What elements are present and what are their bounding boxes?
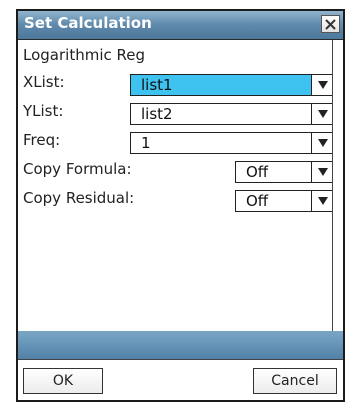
xlist-select[interactable]: list1 (130, 74, 335, 96)
ok-button[interactable]: OK (23, 368, 103, 394)
ylist-label: YList: (23, 102, 64, 120)
dropdown-arrow-icon (318, 81, 328, 89)
dropdown-arrow-icon (318, 168, 328, 176)
dialog-titlebar: Set Calculation (18, 11, 343, 40)
freq-value: 1 (141, 134, 151, 152)
copy-formula-select[interactable]: Off (235, 161, 335, 183)
dropdown-arrow-icon (318, 110, 328, 118)
cancel-button[interactable]: Cancel (253, 368, 337, 394)
ylist-select[interactable]: list2 (130, 103, 335, 125)
copy-residual-label: Copy Residual: (23, 189, 135, 207)
xlist-dropdown-arrow[interactable] (311, 75, 334, 95)
ylist-dropdown-arrow[interactable] (311, 104, 334, 124)
copy-formula-dropdown-arrow[interactable] (311, 162, 334, 182)
regression-type-label: Logarithmic Reg (23, 46, 145, 64)
copy-residual-dropdown-arrow[interactable] (311, 191, 334, 211)
copy-residual-value: Off (246, 192, 269, 210)
close-button[interactable] (321, 15, 340, 33)
set-calculation-dialog: Set Calculation Logarithmic Reg XList: l… (16, 9, 345, 402)
freq-dropdown-arrow[interactable] (311, 133, 334, 153)
dialog-bottom-band (18, 331, 343, 361)
xlist-label: XList: (23, 73, 65, 91)
freq-select[interactable]: 1 (130, 132, 335, 154)
dropdown-arrow-icon (318, 197, 328, 205)
freq-label: Freq: (23, 131, 61, 149)
copy-formula-label: Copy Formula: (23, 160, 132, 178)
close-icon (325, 18, 336, 30)
dialog-content: Logarithmic Reg XList: list1 YList: list… (18, 40, 343, 360)
dialog-right-rail (332, 40, 343, 360)
dialog-title: Set Calculation (24, 14, 152, 32)
copy-formula-value: Off (246, 163, 269, 181)
ylist-value: list2 (141, 105, 173, 123)
copy-residual-select[interactable]: Off (235, 190, 335, 212)
xlist-value: list1 (141, 76, 173, 94)
dropdown-arrow-icon (318, 139, 328, 147)
dialog-button-bar: OK Cancel (18, 359, 343, 400)
